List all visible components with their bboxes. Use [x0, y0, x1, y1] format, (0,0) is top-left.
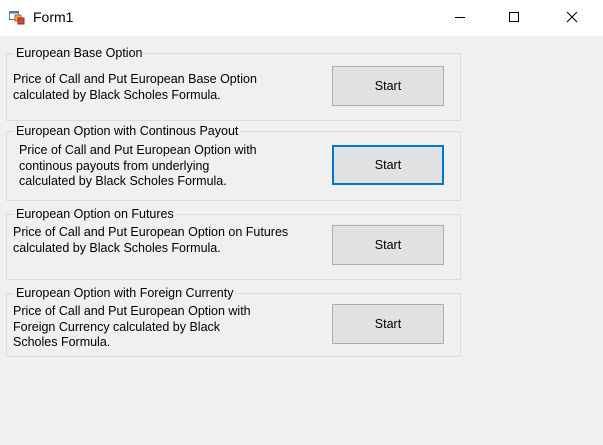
group-description: Price of Call and Put European Option wi… — [13, 304, 251, 349]
group-european-option-foreign-currency: European Option with Foreign Currenty Pr… — [6, 286, 461, 357]
start-button-european-option-continous-payout[interactable]: Start — [332, 145, 444, 185]
winforms-app-icon — [9, 9, 25, 25]
group-european-option-continous-payout: European Option with Continous Payout Pr… — [6, 124, 461, 201]
group-european-option-on-futures: European Option on Futures Price of Call… — [6, 207, 461, 280]
maximize-button[interactable] — [491, 0, 537, 32]
group-description: Price of Call and Put European Base Opti… — [13, 72, 257, 102]
start-button-european-option-foreign-currency[interactable]: Start — [332, 304, 444, 344]
start-button-european-base-option[interactable]: Start — [332, 66, 444, 106]
group-legend: European Option with Foreign Currenty — [13, 286, 236, 301]
close-button[interactable] — [549, 0, 595, 32]
minimize-button[interactable] — [437, 0, 483, 32]
close-icon — [566, 11, 578, 23]
group-description: Price of Call and Put European Option wi… — [19, 143, 257, 188]
group-legend: European Base Option — [13, 46, 145, 61]
group-european-base-option: European Base Option Price of Call and P… — [6, 46, 461, 121]
group-description: Price of Call and Put European Option on… — [13, 225, 289, 255]
group-legend: European Option on Futures — [13, 207, 176, 222]
start-button-european-option-on-futures[interactable]: Start — [332, 225, 444, 265]
title-bar[interactable]: Form1 — [0, 0, 603, 36]
maximize-icon — [509, 12, 519, 22]
group-legend: European Option with Continous Payout — [13, 124, 241, 139]
window-title: Form1 — [33, 9, 74, 25]
minimize-icon — [455, 17, 465, 18]
